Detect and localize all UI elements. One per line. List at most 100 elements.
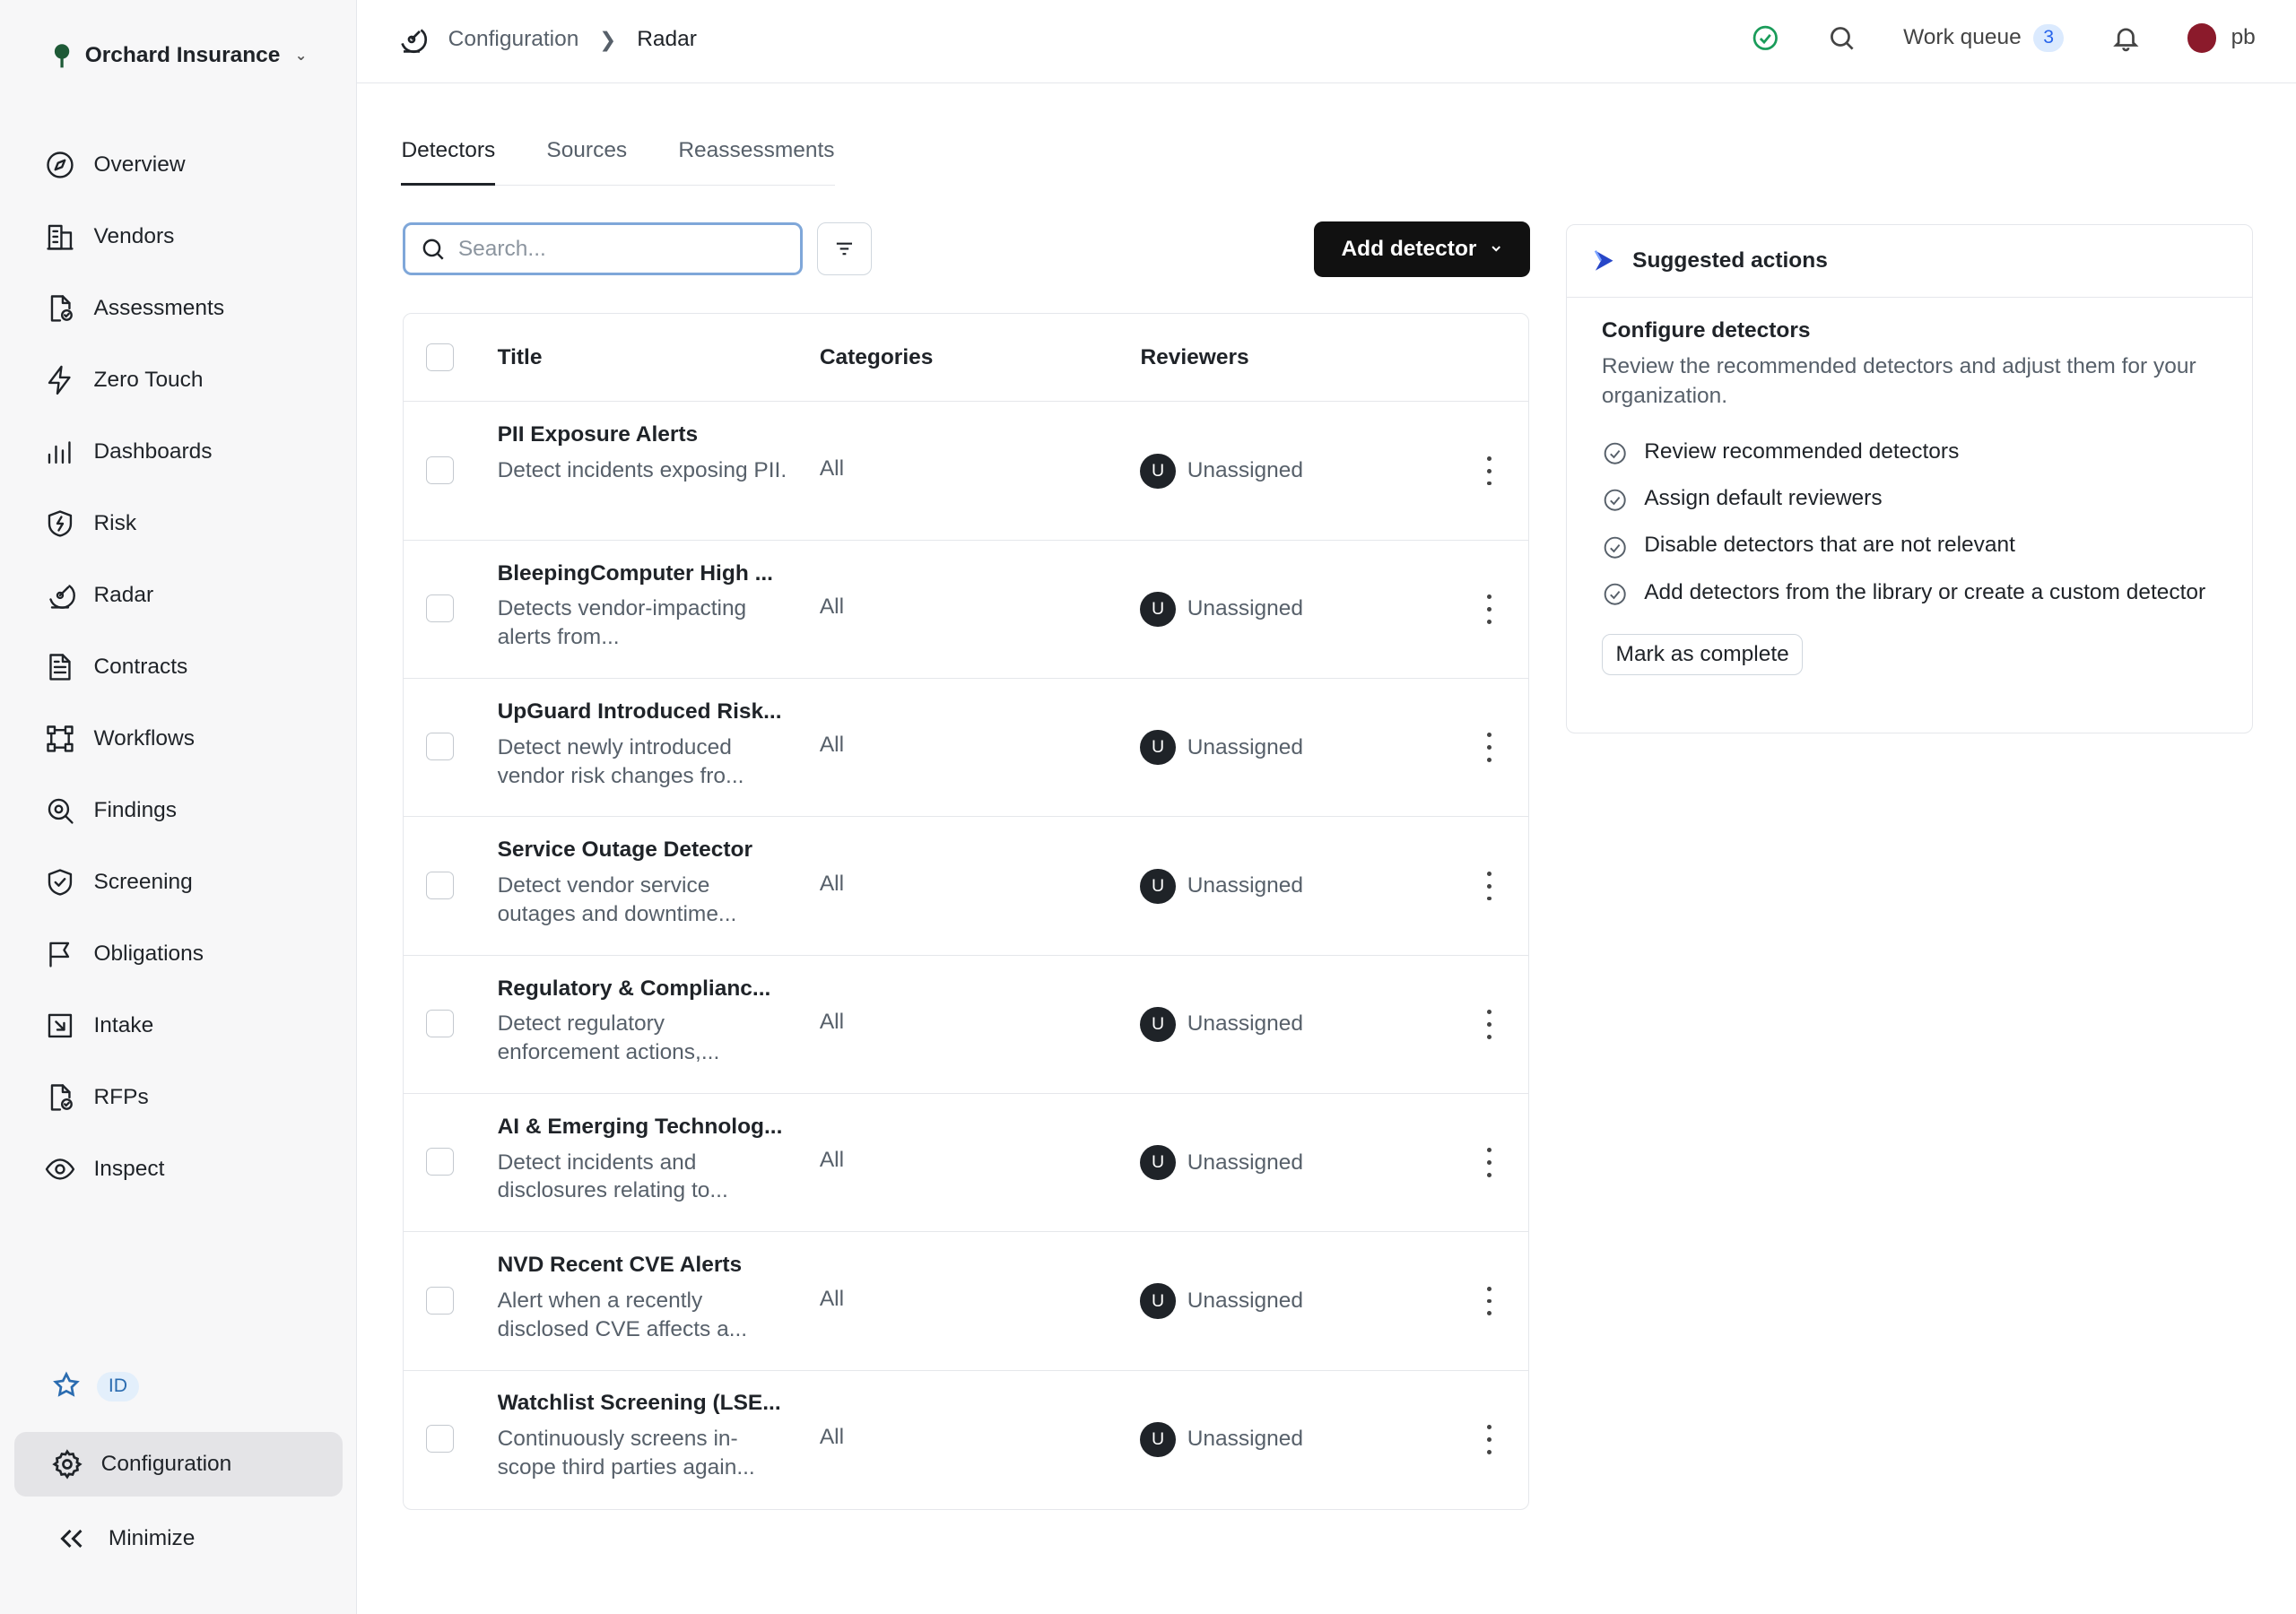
- row-checkbox[interactable]: [425, 1148, 454, 1176]
- reviewer-avatar: U: [1140, 1145, 1176, 1181]
- column-reviewers[interactable]: Reviewers: [1140, 345, 1248, 370]
- work-queue-button[interactable]: Work queue 3: [1903, 24, 2065, 52]
- reviewer-name: Unassigned: [1187, 734, 1304, 759]
- sidebar-item-dashboards[interactable]: Dashboards: [44, 416, 224, 488]
- detector-title[interactable]: UpGuard Introduced Risk...: [498, 699, 791, 725]
- row-checkbox[interactable]: [425, 1010, 454, 1038]
- search-icon[interactable]: [1827, 23, 1857, 53]
- table-body: PII Exposure Alerts Detect incidents expo…: [404, 402, 1528, 1509]
- sidebar-item-intake[interactable]: Intake: [44, 990, 224, 1062]
- filter-button[interactable]: [817, 222, 872, 275]
- more-vertical-icon[interactable]: [1482, 594, 1496, 624]
- column-title[interactable]: Title: [498, 345, 543, 370]
- row-checkbox[interactable]: [425, 1286, 454, 1315]
- detector-description: Detect incidents exposing PII.: [497, 458, 787, 483]
- row-checkbox[interactable]: [425, 733, 454, 761]
- reviewer-name: Unassigned: [1187, 458, 1304, 483]
- mark-as-complete-button[interactable]: Mark as complete: [1601, 633, 1804, 675]
- sidebar-item-assessments[interactable]: Assessments: [44, 273, 224, 344]
- tab-sources[interactable]: Sources: [546, 138, 627, 186]
- row-title-cell: Watchlist Screening (LSE... Continuously …: [498, 1391, 791, 1481]
- status-check-icon[interactable]: [1751, 23, 1780, 53]
- breadcrumb-parent[interactable]: Configuration: [448, 27, 579, 52]
- sidebar-item-zero-touch[interactable]: Zero Touch: [44, 344, 224, 416]
- more-vertical-icon[interactable]: [1482, 1148, 1496, 1178]
- reviewer-cell[interactable]: U Unassigned: [1140, 868, 1304, 904]
- reviewer-cell[interactable]: U Unassigned: [1140, 1421, 1303, 1457]
- org-switcher[interactable]: Orchard Insurance ⌄: [50, 41, 307, 71]
- workflow-icon: [47, 725, 74, 752]
- search-input[interactable]: [457, 236, 781, 262]
- sidebar-item-configuration[interactable]: Configuration: [14, 1432, 344, 1497]
- more-vertical-icon[interactable]: [1482, 1425, 1496, 1454]
- detector-title[interactable]: PII Exposure Alerts: [498, 422, 791, 447]
- sidebar-item-obligations[interactable]: Obligations: [44, 918, 224, 990]
- sidebar-item-label: Obligations: [93, 941, 204, 966]
- detector-title[interactable]: AI & Emerging Technolog...: [498, 1115, 791, 1140]
- minimize-button[interactable]: Minimize: [56, 1523, 195, 1555]
- sidebar-item-contracts[interactable]: Contracts: [44, 631, 224, 703]
- detector-category: All: [819, 871, 845, 896]
- sidebar-item-label: Configuration: [100, 1451, 232, 1476]
- reviewer-cell[interactable]: U Unassigned: [1140, 453, 1304, 489]
- table-row[interactable]: PII Exposure Alerts Detect incidents expo…: [404, 402, 1528, 541]
- header-actions: Work queue 3 pb: [1704, 23, 2256, 53]
- reviewer-cell[interactable]: U Unassigned: [1140, 1283, 1303, 1319]
- detector-title[interactable]: Watchlist Screening (LSE...: [498, 1391, 791, 1416]
- sidebar-item-screening[interactable]: Screening: [44, 846, 224, 918]
- sidebar-item-overview[interactable]: Overview: [44, 129, 224, 201]
- detector-title[interactable]: Service Outage Detector: [498, 837, 791, 863]
- sidebar-item-findings[interactable]: Findings: [44, 775, 224, 846]
- tab-reassessments[interactable]: Reassessments: [678, 138, 834, 186]
- detector-description: Detect regulatory enforcement actions,..…: [497, 1011, 720, 1065]
- more-vertical-icon[interactable]: [1482, 456, 1496, 486]
- id-badge-area[interactable]: ID: [50, 1370, 140, 1402]
- check-circle-icon: [1604, 583, 1626, 605]
- checklist-item-label: Assign default reviewers: [1644, 486, 1883, 511]
- sidebar-item-inspect[interactable]: Inspect: [44, 1133, 224, 1205]
- user-menu[interactable]: pb: [2187, 23, 2256, 53]
- detector-category: All: [819, 456, 845, 481]
- tab-detectors[interactable]: Detectors: [401, 138, 496, 187]
- sidebar-item-risk[interactable]: Risk: [44, 488, 224, 560]
- reviewer-avatar: U: [1140, 453, 1176, 489]
- row-checkbox[interactable]: [425, 871, 454, 899]
- select-all-checkbox[interactable]: [425, 343, 454, 372]
- file-check-icon: [50, 295, 73, 322]
- table-row[interactable]: NVD Recent CVE Alerts Alert when a recent…: [404, 1232, 1528, 1371]
- row-checkbox[interactable]: [425, 456, 454, 484]
- reviewer-cell[interactable]: U Unassigned: [1140, 1006, 1303, 1042]
- reviewer-cell[interactable]: U Unassigned: [1140, 1145, 1303, 1181]
- table-row[interactable]: Regulatory & Complianc... Detect regulato…: [404, 956, 1528, 1094]
- detector-title[interactable]: NVD Recent CVE Alerts: [498, 1253, 791, 1278]
- compass-icon: [47, 152, 74, 178]
- table-row[interactable]: BleepingComputer High ... Detects vendor-…: [404, 541, 1528, 680]
- column-categories[interactable]: Categories: [820, 345, 934, 370]
- suggested-heading: Configure detectors: [1601, 318, 1811, 343]
- detector-title[interactable]: BleepingComputer High ...: [498, 561, 791, 586]
- more-vertical-icon[interactable]: [1482, 1286, 1496, 1316]
- detector-title[interactable]: Regulatory & Complianc...: [498, 976, 791, 1002]
- reviewer-name: Unassigned: [1187, 873, 1304, 898]
- table-row[interactable]: Watchlist Screening (LSE... Continuously …: [404, 1371, 1528, 1509]
- row-checkbox[interactable]: [425, 1425, 454, 1453]
- more-vertical-icon[interactable]: [1482, 871, 1496, 901]
- table-row[interactable]: UpGuard Introduced Risk... Detect newly i…: [404, 679, 1528, 818]
- more-vertical-icon[interactable]: [1482, 1010, 1496, 1039]
- sidebar-item-radar[interactable]: Radar: [44, 560, 224, 631]
- more-vertical-icon[interactable]: [1482, 733, 1496, 763]
- shield-check-icon: [48, 869, 73, 896]
- sidebar-item-vendors[interactable]: Vendors: [44, 201, 224, 273]
- sidebar-item-rfps[interactable]: RFPs: [44, 1062, 224, 1133]
- table-row[interactable]: AI & Emerging Technolog... Detect inciden…: [404, 1094, 1528, 1233]
- bell-icon[interactable]: [2111, 23, 2141, 53]
- sidebar-item-workflows[interactable]: Workflows: [44, 703, 224, 775]
- reviewer-cell[interactable]: U Unassigned: [1140, 591, 1303, 628]
- reviewer-cell[interactable]: U Unassigned: [1140, 730, 1304, 766]
- filter-icon: [836, 242, 852, 256]
- radar-icon: [401, 29, 427, 54]
- row-checkbox[interactable]: [425, 594, 454, 623]
- suggested-actions-header: Suggested actions: [1566, 225, 2252, 299]
- add-detector-button[interactable]: Add detector: [1313, 221, 1531, 277]
- table-row[interactable]: Service Outage Detector Detect vendor ser…: [404, 817, 1528, 956]
